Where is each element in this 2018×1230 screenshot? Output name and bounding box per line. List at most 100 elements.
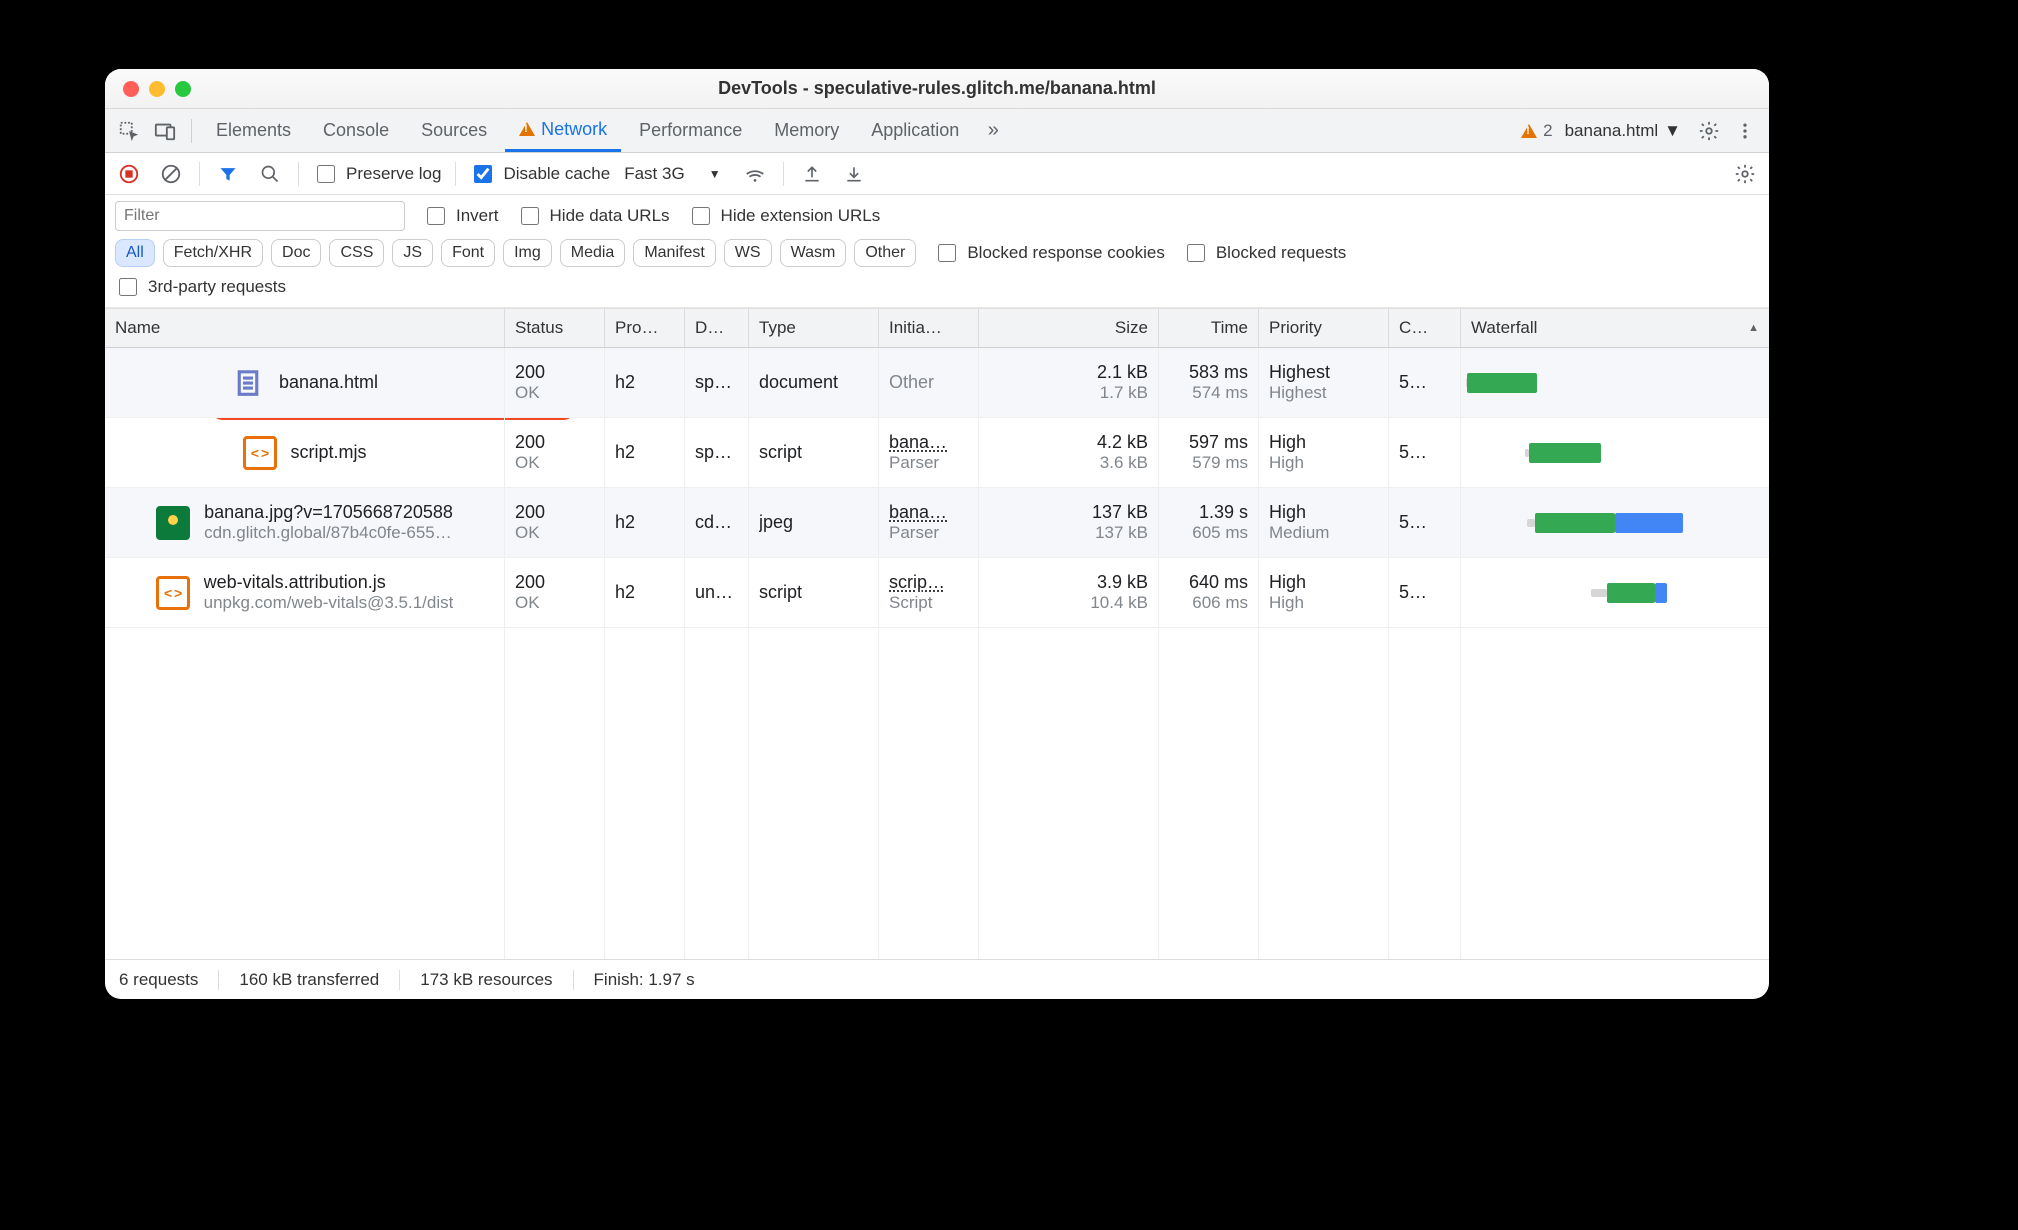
throttling-value: Fast 3G — [624, 164, 684, 184]
tab-label: Elements — [216, 120, 291, 141]
resource-type-chips: All Fetch/XHR Doc CSS JS Font Img MediaManifest… — [115, 239, 916, 267]
filter-input[interactable] — [115, 201, 405, 231]
close-icon[interactable] — [123, 81, 139, 97]
upload-har-icon[interactable] — [798, 160, 826, 188]
tab-application[interactable]: Application — [857, 109, 973, 152]
type-chip-all[interactable]: All — [115, 239, 155, 267]
context-label: banana.html — [1565, 121, 1659, 141]
table-row[interactable]: banana.jpg?v=1705668720588cdn.glitch.glo… — [105, 488, 1769, 558]
type-chip-media[interactable]: Media — [560, 239, 626, 267]
devtools-window: DevTools - speculative-rules.glitch.me/b… — [105, 69, 1769, 999]
throttling-select[interactable]: Fast 3G ▼ — [624, 164, 726, 184]
document-icon — [231, 366, 265, 400]
col-name[interactable]: Name — [105, 309, 505, 347]
tab-console[interactable]: Console — [309, 109, 403, 152]
record-icon[interactable] — [115, 160, 143, 188]
waterfall-bar — [1465, 494, 1765, 551]
status-requests: 6 requests — [119, 970, 219, 990]
status-resources: 173 kB resources — [420, 970, 573, 990]
table-body: banana.html200OKh2sp…documentOther2.1 kB… — [105, 348, 1769, 959]
network-toolbar: Preserve log Disable cache Fast 3G ▼ — [105, 153, 1769, 195]
zoom-icon[interactable] — [175, 81, 191, 97]
titlebar: DevTools - speculative-rules.glitch.me/b… — [105, 69, 1769, 109]
col-waterfall[interactable]: Waterfall▲ — [1461, 309, 1769, 347]
type-chip-manifest[interactable]: Manifest — [633, 239, 715, 267]
col-domain[interactable]: D… — [685, 309, 749, 347]
issues-count: 2 — [1543, 121, 1552, 141]
col-protocol[interactable]: Pro… — [605, 309, 685, 347]
col-priority[interactable]: Priority — [1259, 309, 1389, 347]
separator — [191, 119, 192, 143]
col-type[interactable]: Type — [749, 309, 879, 347]
script-icon: < > — [243, 436, 277, 470]
request-name: web-vitals.attribution.js — [204, 572, 454, 593]
settings-icon[interactable] — [1693, 115, 1725, 147]
inspect-element-icon[interactable] — [113, 115, 145, 147]
panel-tabbar: Elements Console Sources Network Performance… — [105, 109, 1769, 153]
waterfall-bar — [1465, 424, 1765, 481]
invert-checkbox[interactable]: Invert — [423, 204, 499, 228]
chevron-down-icon: ▼ — [1664, 121, 1681, 141]
type-chip-css[interactable]: CSS — [329, 239, 384, 267]
type-chip-fetchxhr[interactable]: Fetch/XHR — [163, 239, 263, 267]
tab-label: Performance — [639, 120, 742, 141]
hide-data-urls-checkbox[interactable]: Hide data URLs — [517, 204, 670, 228]
traffic-lights — [123, 81, 191, 97]
image-thumbnail-icon — [156, 506, 190, 540]
tab-label: Memory — [774, 120, 839, 141]
type-chip-other[interactable]: Other — [854, 239, 916, 267]
preserve-log-checkbox[interactable]: Preserve log — [313, 162, 441, 186]
type-chip-js[interactable]: JS — [392, 239, 433, 267]
tab-network[interactable]: Network — [505, 109, 621, 152]
third-party-checkbox[interactable]: 3rd-party requests — [115, 275, 286, 299]
type-chip-wasm[interactable]: Wasm — [780, 239, 847, 267]
minimize-icon[interactable] — [149, 81, 165, 97]
script-icon: < > — [156, 576, 190, 610]
type-chip-doc[interactable]: Doc — [271, 239, 321, 267]
kebab-menu-icon[interactable] — [1729, 115, 1761, 147]
filter-bar: Invert Hide data URLs Hide extension URL… — [105, 195, 1769, 308]
tab-label: Console — [323, 120, 389, 141]
warning-icon — [1521, 124, 1537, 138]
col-connection[interactable]: C… — [1389, 309, 1461, 347]
device-toolbar-icon[interactable] — [149, 115, 181, 147]
col-size[interactable]: Size — [979, 309, 1159, 347]
disable-cache-checkbox[interactable]: Disable cache — [470, 162, 610, 186]
issues-counter[interactable]: 2 — [1521, 121, 1552, 141]
window-title: DevTools - speculative-rules.glitch.me/b… — [105, 78, 1769, 99]
blocked-requests-checkbox[interactable]: Blocked requests — [1183, 241, 1346, 265]
search-icon[interactable] — [256, 160, 284, 188]
tab-label: Network — [541, 119, 607, 140]
disable-cache-label: Disable cache — [503, 164, 610, 184]
hide-extension-urls-checkbox[interactable]: Hide extension URLs — [688, 204, 881, 228]
status-transferred: 160 kB transferred — [239, 970, 400, 990]
type-chip-font[interactable]: Font — [441, 239, 495, 267]
request-name: script.mjs — [291, 442, 367, 463]
filter-icon[interactable] — [214, 160, 242, 188]
tab-performance[interactable]: Performance — [625, 109, 756, 152]
col-time[interactable]: Time — [1159, 309, 1259, 347]
col-initiator[interactable]: Initia… — [879, 309, 979, 347]
tab-memory[interactable]: Memory — [760, 109, 853, 152]
tab-sources[interactable]: Sources — [407, 109, 501, 152]
type-chip-img[interactable]: Img — [503, 239, 552, 267]
target-context-selector[interactable]: banana.html ▼ — [1557, 121, 1689, 141]
tab-elements[interactable]: Elements — [202, 109, 305, 152]
request-origin: cdn.glitch.global/87b4c0fe-655… — [204, 523, 453, 543]
table-row[interactable]: < >script.mjs200OKh2sp…scriptbana…Parser… — [105, 418, 1769, 488]
network-settings-icon[interactable] — [1731, 160, 1759, 188]
blocked-cookies-checkbox[interactable]: Blocked response cookies — [934, 241, 1165, 265]
request-name: banana.html — [279, 372, 378, 393]
type-chip-ws[interactable]: WS — [724, 239, 772, 267]
table-row[interactable]: banana.html200OKh2sp…documentOther2.1 kB… — [105, 348, 1769, 418]
tab-label: Sources — [421, 120, 487, 141]
network-conditions-icon[interactable] — [741, 160, 769, 188]
col-status[interactable]: Status — [505, 309, 605, 347]
table-row[interactable]: < > web-vitals.attribution.jsunpkg.com/we… — [105, 558, 1769, 628]
download-har-icon[interactable] — [840, 160, 868, 188]
more-tabs-icon[interactable]: » — [977, 115, 1009, 147]
waterfall-bar — [1465, 564, 1765, 621]
clear-icon[interactable] — [157, 160, 185, 188]
table-header: Name Status Pro… D… Type Initia… Size Ti… — [105, 308, 1769, 348]
request-origin: unpkg.com/web-vitals@3.5.1/dist — [204, 593, 454, 613]
